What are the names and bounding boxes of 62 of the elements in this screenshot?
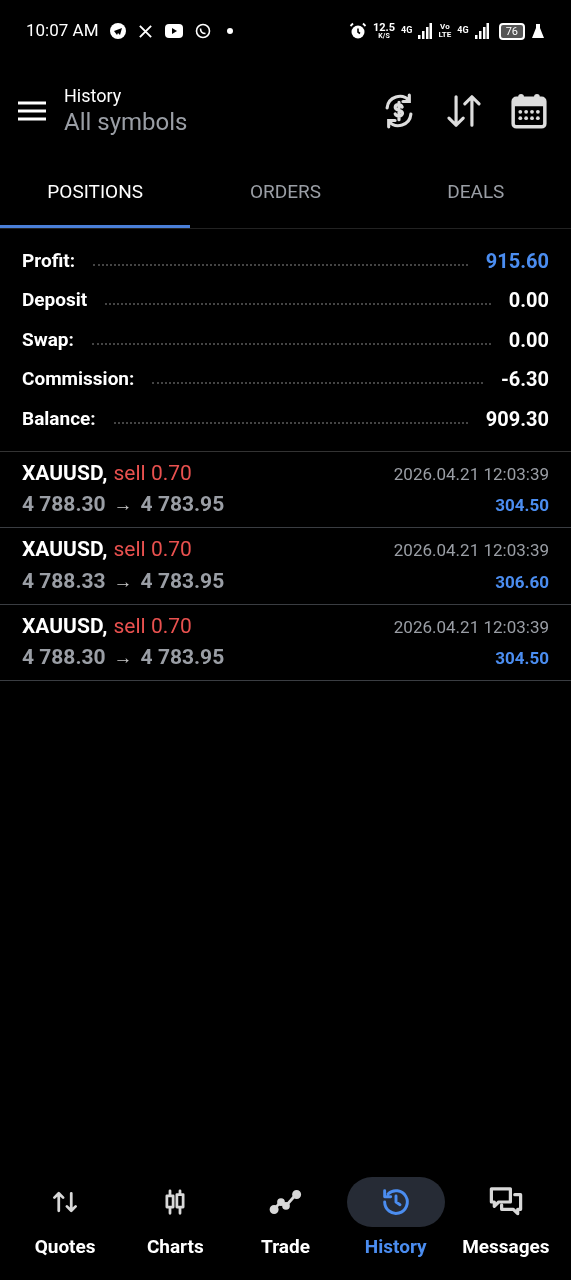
- volte-label: LTE: [438, 31, 452, 39]
- network-speed: 12.5: [372, 22, 396, 33]
- nav-item[interactable]: Charts: [120, 1177, 231, 1262]
- trade-profit: 304.50: [495, 494, 549, 518]
- open-price: 4 788.30: [22, 491, 106, 519]
- trade-time: 2026.04.21 12:03:39: [393, 615, 549, 639]
- network-type: 4G: [401, 24, 413, 37]
- menu-icon[interactable]: [17, 100, 47, 122]
- tab[interactable]: ORDERS: [190, 160, 381, 228]
- open-price: 4 788.33: [22, 567, 106, 595]
- arrow-text: →: [113, 645, 133, 672]
- tab[interactable]: DEALS: [380, 160, 571, 228]
- signal-icon: [474, 23, 489, 39]
- summary-label: Deposit: [22, 287, 88, 313]
- position-row[interactable]: XAUUSD, sell 0.70 2026.04.21 12:03:39 4 788.33 → 4 783.95 306.60: [0, 528, 571, 605]
- summary-value: 915.60: [485, 247, 549, 275]
- close-price: 4 783.95: [140, 644, 225, 672]
- summary-value: -6.30: [500, 366, 549, 394]
- summary-value: 0.00: [508, 287, 549, 315]
- signal-icon: [418, 23, 433, 39]
- line-chart-icon: [268, 1187, 303, 1217]
- tab[interactable]: POSITIONS: [0, 160, 191, 228]
- trade-profit: 306.60: [495, 570, 549, 594]
- network-type: 4G: [457, 24, 469, 37]
- trade-time: 2026.04.21 12:03:39: [393, 462, 549, 486]
- status-time: 10:07 AM: [26, 19, 99, 43]
- symbol-name: XAUUSD,: [22, 612, 108, 640]
- volte-label: Vo: [440, 23, 450, 31]
- flask-icon: [531, 23, 545, 39]
- nav-item[interactable]: Trade: [230, 1177, 341, 1262]
- trade-profit: 304.50: [495, 647, 549, 671]
- summary-label: Profit:: [22, 247, 75, 274]
- position-row[interactable]: XAUUSD, sell 0.70 2026.04.21 12:03:39 4 788.30 → 4 783.95 304.50: [0, 451, 571, 528]
- summary-label: Commission:: [22, 366, 135, 392]
- arrow-text: →: [113, 568, 133, 595]
- alarm-clock-icon: [348, 22, 367, 40]
- symbol-name: XAUUSD,: [22, 536, 108, 564]
- summary-value: 0.00: [508, 326, 549, 354]
- close-price: 4 783.95: [140, 491, 225, 519]
- sort-arrows-icon[interactable]: [445, 92, 483, 130]
- paper-plane-icon: [110, 23, 127, 39]
- play-icon: [165, 24, 184, 38]
- x-icon: [138, 23, 154, 39]
- trade-type: sell 0.70: [113, 459, 192, 487]
- summary-label: Swap:: [22, 326, 74, 353]
- phone-bubble-icon: [195, 23, 212, 39]
- trade-type: sell 0.70: [113, 536, 192, 564]
- nav-item[interactable]: Messages: [450, 1177, 561, 1262]
- summary-value: 909.30: [485, 405, 549, 433]
- calendar-icon[interactable]: [510, 92, 548, 130]
- trade-type: sell 0.70: [113, 612, 192, 640]
- symbol-name: XAUUSD,: [22, 459, 108, 487]
- open-price: 4 788.30: [22, 644, 106, 672]
- position-row[interactable]: XAUUSD, sell 0.70 2026.04.21 12:03:39 4 788.30 → 4 783.95 304.50: [0, 604, 571, 681]
- trade-time: 2026.04.21 12:03:39: [393, 539, 549, 563]
- arrow-text: →: [113, 492, 133, 519]
- screen-title: History: [64, 85, 123, 107]
- summary-label: Balance:: [22, 405, 96, 432]
- battery-level: 76: [498, 22, 525, 40]
- symbol-filter[interactable]: All symbols: [64, 107, 188, 137]
- nav-item[interactable]: Quotes: [10, 1177, 121, 1262]
- close-price: 4 783.95: [140, 567, 225, 595]
